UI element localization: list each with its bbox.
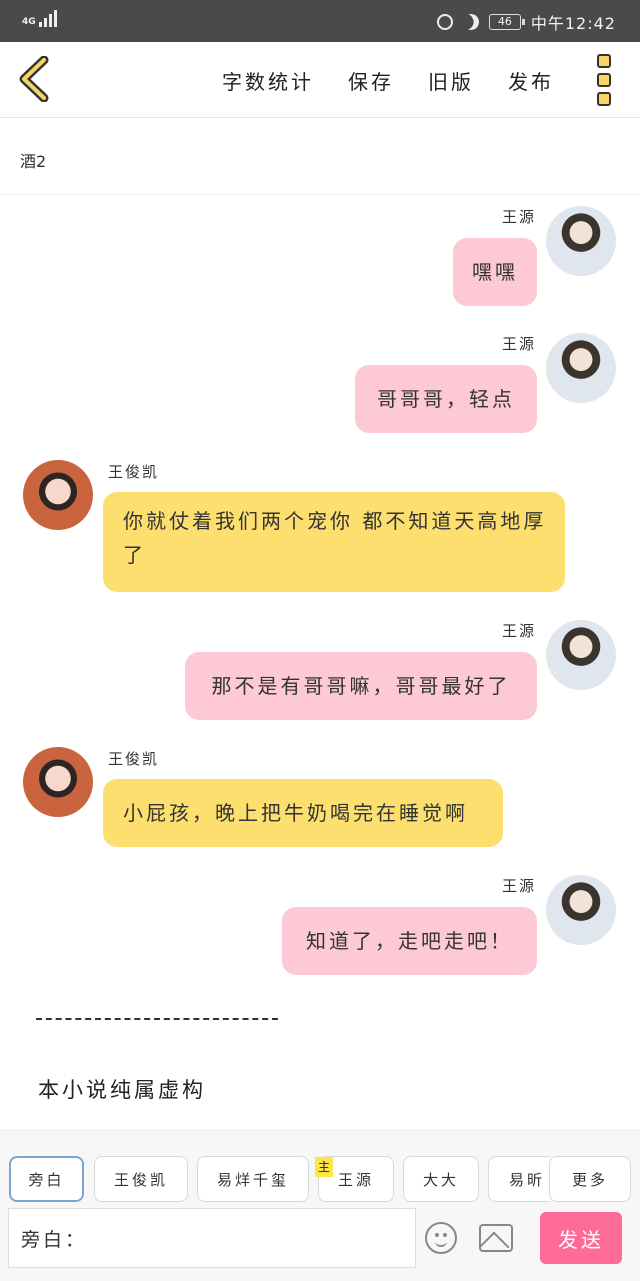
status-bar: 4G 46 中午12:42 <box>0 0 640 42</box>
character-chip-yiyangqianxi[interactable]: 易烊千玺 <box>197 1156 309 1202</box>
sender-name: 王源 <box>501 335 536 353</box>
more-menu-icon[interactable] <box>597 54 613 111</box>
signal-icon <box>38 9 57 27</box>
publish-button[interactable]: 发布 <box>508 66 554 95</box>
character-chip-yixin[interactable]: 易昕 <box>488 1156 550 1202</box>
sender-name: 王源 <box>501 208 536 226</box>
message-bubble[interactable]: 知道了，走吧走吧！ <box>282 907 537 975</box>
network-type: 4G <box>22 17 36 27</box>
battery-icon: 46 <box>488 14 525 30</box>
message-bubble[interactable]: 哥哥哥，轻点 <box>355 365 537 433</box>
message-bubble[interactable]: 那不是有哥哥嘛，哥哥最好了 <box>185 652 537 720</box>
back-arrow-icon[interactable] <box>14 56 54 102</box>
avatar[interactable] <box>23 747 93 817</box>
moon-icon <box>461 12 482 33</box>
emoji-icon[interactable] <box>425 1222 457 1254</box>
message-bubble[interactable]: 小屁孩，晚上把牛奶喝完在睡觉啊 <box>103 779 503 847</box>
divider <box>0 194 640 195</box>
send-button[interactable]: 发送 <box>540 1212 622 1264</box>
sender-name: 王源 <box>501 622 536 640</box>
main-character-badge: 主 <box>315 1157 333 1177</box>
character-chip-dada[interactable]: 大大 <box>403 1156 479 1202</box>
avatar[interactable] <box>546 333 616 403</box>
sender-name: 王俊凯 <box>108 750 160 768</box>
sender-name: 王源 <box>501 877 536 895</box>
clock: 中午12:42 <box>530 14 616 33</box>
character-chip-narrator[interactable]: 旁白 <box>9 1156 84 1202</box>
signal-indicator: 4G <box>22 9 57 27</box>
section-divider <box>36 1018 278 1020</box>
alarm-icon <box>436 14 453 30</box>
save-button[interactable]: 保存 <box>348 66 394 95</box>
disclaimer-text[interactable]: 本小说纯属虚构 <box>38 1074 206 1104</box>
message-bubble[interactable]: 嘿嘿 <box>453 238 537 306</box>
top-toolbar: 字数统计 保存 旧版 发布 <box>0 42 640 118</box>
message-input[interactable]: 旁白： <box>8 1208 416 1268</box>
old-version-button[interactable]: 旧版 <box>428 66 474 95</box>
avatar[interactable] <box>546 620 616 690</box>
avatar[interactable] <box>23 460 93 530</box>
more-characters-button[interactable]: 更多 <box>549 1156 631 1202</box>
sender-name: 王俊凯 <box>108 463 160 481</box>
character-chip-wangjunkai[interactable]: 王俊凯 <box>94 1156 188 1202</box>
word-count-button[interactable]: 字数统计 <box>222 66 314 95</box>
image-icon[interactable] <box>479 1224 513 1252</box>
message-bubble[interactable]: 你就仗着我们两个宠你 都不知道天高地厚了 <box>103 492 565 592</box>
avatar[interactable] <box>546 875 616 945</box>
chapter-title[interactable]: 酒2 <box>20 148 46 172</box>
avatar[interactable] <box>546 206 616 276</box>
